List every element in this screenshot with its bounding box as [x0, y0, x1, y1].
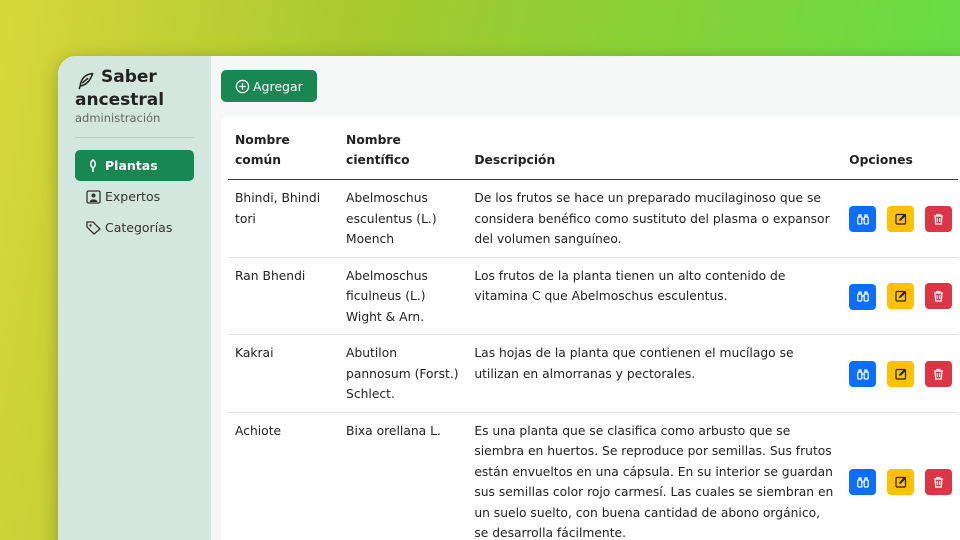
plus-circle-icon: [235, 79, 250, 94]
table-row: Bhindi, Bhindi tori Abelmoschus esculent…: [228, 179, 958, 258]
delete-button[interactable]: [924, 468, 952, 495]
trash-icon: [933, 368, 943, 380]
delete-button[interactable]: [924, 205, 952, 232]
main-content: Agregar Nombre común Nombre científico D…: [211, 56, 960, 540]
cell-description: Es una planta que se clasifica como arbu…: [467, 412, 843, 540]
header-common-name: Nombre común: [228, 116, 340, 180]
brand-title-line1: Saber: [101, 67, 157, 87]
header-scientific-name: Nombre científico: [339, 116, 468, 180]
plants-table-card: Nombre común Nombre científico Descripci…: [221, 116, 960, 540]
view-button[interactable]: [849, 469, 877, 496]
cell-description: Las hojas de la planta que contienen el …: [467, 334, 843, 413]
edit-button[interactable]: [887, 205, 915, 232]
binoculars-icon: [856, 291, 869, 302]
cell-description: De los frutos se hace un preparado mucil…: [467, 179, 843, 258]
trash-icon: [933, 213, 943, 225]
cell-scientific-name: Abelmoschus ficulneus (L.) Wight & Arn.: [339, 257, 468, 335]
sidebar-divider: [75, 137, 194, 138]
edit-icon: [894, 290, 906, 302]
plants-table: Nombre común Nombre científico Descripci…: [228, 116, 958, 540]
binoculars-icon: [856, 477, 869, 488]
plant-icon: [85, 158, 101, 174]
add-button[interactable]: Agregar: [221, 70, 317, 102]
sidebar-item-label: Plantas: [105, 158, 158, 173]
sidebar-item-label: Expertos: [105, 189, 161, 204]
cell-common-name: Ran Bhendi: [228, 257, 340, 335]
add-button-label: Agregar: [253, 78, 303, 94]
cell-common-name: Bhindi, Bhindi tori: [228, 179, 340, 258]
sidebar-item-categorias[interactable]: Categorías: [75, 212, 194, 243]
cell-options: [842, 334, 958, 413]
header-description: Descripción: [467, 116, 843, 180]
view-button[interactable]: [849, 361, 877, 387]
table-header-row: Nombre común Nombre científico Descripci…: [228, 116, 958, 180]
cell-options: [842, 412, 958, 540]
table-row: Kakrai Abutilon pannosum (Forst.) Schlec…: [228, 334, 958, 413]
sidebar: Saber ancestral administración Plantas E…: [58, 56, 211, 540]
edit-button[interactable]: [887, 283, 915, 309]
edit-icon: [894, 213, 906, 225]
brand: Saber: [75, 68, 211, 91]
delete-button[interactable]: [924, 283, 952, 309]
table-row: Ran Bhendi Abelmoschus ficulneus (L.) Wi…: [228, 257, 958, 335]
trash-icon: [933, 476, 943, 488]
cell-scientific-name: Abelmoschus esculentus (L.) Moench: [339, 179, 468, 258]
cell-description: Los frutos de la planta tienen un alto c…: [467, 257, 843, 335]
person-badge-icon: [85, 189, 101, 205]
cell-common-name: Kakrai: [228, 334, 340, 413]
header-options: Opciones: [842, 116, 958, 180]
cell-options: [842, 257, 958, 335]
cell-scientific-name: Bixa orellana L.: [339, 412, 468, 540]
sidebar-item-label: Categorías: [105, 220, 173, 235]
tags-icon: [85, 220, 101, 236]
table-row: Achiote Bixa orellana L. Es una planta q…: [228, 412, 958, 540]
edit-button[interactable]: [887, 360, 915, 387]
brand-subtitle: administración: [75, 111, 161, 125]
sidebar-item-plantas[interactable]: Plantas: [75, 150, 194, 181]
cell-common-name: Achiote: [228, 412, 340, 540]
edit-button[interactable]: [887, 468, 915, 495]
sidebar-item-expertos[interactable]: Expertos: [75, 181, 194, 212]
binoculars-icon: [856, 213, 869, 225]
binoculars-icon: [856, 368, 869, 380]
edit-icon: [894, 476, 906, 488]
delete-button[interactable]: [924, 360, 952, 387]
brand-title-line2: ancestral: [75, 90, 165, 110]
view-button[interactable]: [849, 283, 877, 310]
cell-scientific-name: Abutilon pannosum (Forst.) Schlect.: [339, 334, 468, 413]
feather-icon: [78, 72, 94, 90]
view-button[interactable]: [849, 206, 877, 232]
trash-icon: [933, 290, 943, 302]
app-window: Saber ancestral administración Plantas E…: [58, 56, 960, 540]
edit-icon: [894, 368, 906, 380]
cell-options: [842, 179, 958, 258]
